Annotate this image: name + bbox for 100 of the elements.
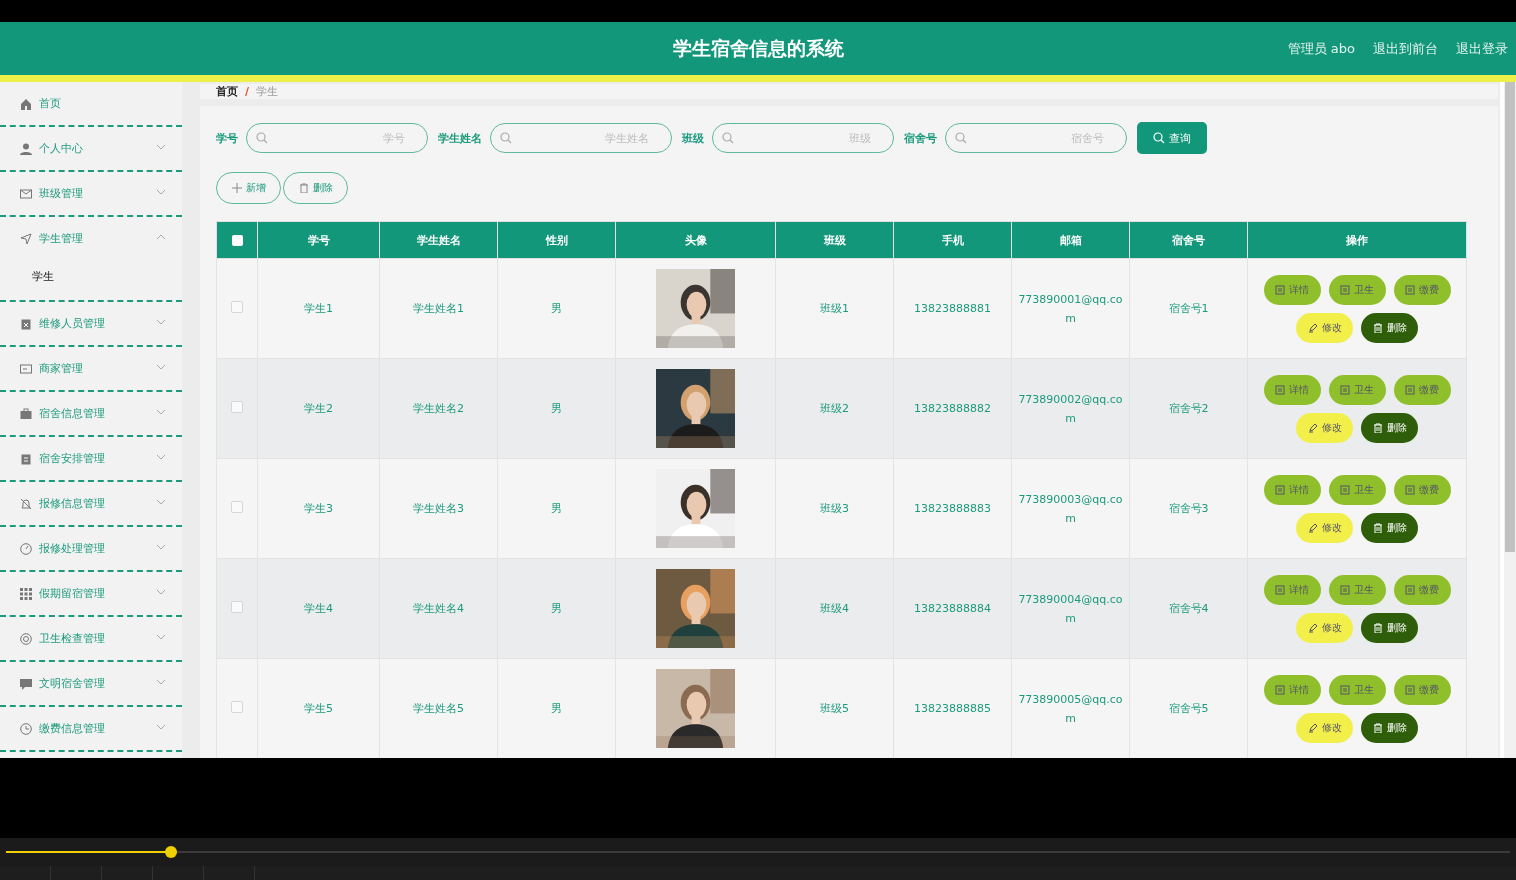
action-button[interactable]: 缴费: [1393, 374, 1451, 405]
briefcase-icon: [20, 407, 32, 420]
action-button[interactable]: 卫生: [1328, 374, 1386, 405]
delete-button[interactable]: 删除: [1361, 412, 1418, 443]
column-header[interactable]: 操作: [1247, 221, 1467, 259]
pencil-icon: [1307, 522, 1318, 533]
action-button[interactable]: 缴费: [1393, 274, 1451, 305]
clipboard-icon: [20, 317, 32, 330]
document-icon: [1275, 384, 1285, 395]
delete-button[interactable]: 删除: [1361, 712, 1418, 743]
edit-button[interactable]: 修改: [1296, 512, 1353, 543]
action-button[interactable]: 缴费: [1393, 474, 1451, 505]
action-button[interactable]: 详情: [1263, 374, 1321, 405]
column-header[interactable]: 性别: [497, 221, 616, 259]
menu-item[interactable]: 商家管理: [0, 347, 182, 390]
document-icon: [1275, 484, 1285, 495]
menu-item[interactable]: 学生管理: [0, 217, 182, 260]
table-cell: 学生1: [304, 302, 333, 315]
row-checkbox[interactable]: [231, 301, 243, 313]
document-icon: [1275, 584, 1285, 595]
menu-item[interactable]: 报修信息管理: [0, 482, 182, 525]
column-header[interactable]: 班级: [775, 221, 894, 259]
delete-button[interactable]: 删除: [1361, 312, 1418, 343]
action-button[interactable]: 卫生: [1328, 474, 1386, 505]
row-checkbox[interactable]: [231, 401, 243, 413]
menu-item[interactable]: 卫生检查管理: [0, 617, 182, 660]
delete-button[interactable]: 删除: [1361, 512, 1418, 543]
action-button[interactable]: 卫生: [1328, 674, 1386, 705]
row-checkbox[interactable]: [231, 501, 243, 513]
action-button[interactable]: 详情: [1263, 574, 1321, 605]
column-header[interactable]: 手机: [893, 221, 1012, 259]
column-header[interactable]: 头像: [615, 221, 776, 259]
action-button[interactable]: 详情: [1263, 474, 1321, 505]
trash-icon: [1372, 722, 1383, 733]
row-checkbox[interactable]: [231, 701, 243, 713]
edit-button[interactable]: 修改: [1296, 412, 1353, 443]
menu-item[interactable]: 文明宿舍管理: [0, 662, 182, 705]
table-cell: 学生2: [304, 402, 333, 415]
table-cell: 13823888885: [914, 702, 991, 715]
action-button[interactable]: 缴费: [1393, 574, 1451, 605]
row-checkbox[interactable]: [231, 601, 243, 613]
table-cell: 13823888883: [914, 502, 991, 515]
table-cell: 宿舍号4: [1168, 602, 1209, 615]
table-cell: 13823888882: [914, 402, 991, 415]
action-button[interactable]: 卫生: [1328, 274, 1386, 305]
action-button[interactable]: 缴费: [1393, 674, 1451, 705]
menu-item[interactable]: 首页: [0, 82, 182, 125]
delete-button[interactable]: 删除: [1361, 612, 1418, 643]
grid-icon: [20, 587, 32, 600]
edit-button[interactable]: 修改: [1296, 712, 1353, 743]
menu-item[interactable]: 班级管理: [0, 172, 182, 215]
pencil-icon: [1307, 722, 1318, 733]
edit-button[interactable]: 修改: [1296, 312, 1353, 343]
menu-item[interactable]: 宿舍安排管理: [0, 437, 182, 480]
gauge-icon: [20, 542, 32, 555]
user-label: 管理员 abo: [1287, 39, 1355, 58]
submenu-item[interactable]: 学生: [0, 260, 182, 300]
table-cell: 773890004@qq.com: [1018, 592, 1123, 625]
field-label: 宿舍号: [904, 130, 937, 146]
table-cell: 学生姓名2: [413, 402, 464, 415]
column-header[interactable]: 宿舍号: [1129, 221, 1248, 259]
table-cell: 班级1: [820, 302, 849, 315]
pencil-icon: [1307, 422, 1318, 433]
column-header[interactable]: 学号: [257, 221, 380, 259]
action-button[interactable]: 详情: [1263, 674, 1321, 705]
header-link[interactable]: 退出登录: [1456, 39, 1508, 58]
column-header[interactable]: 邮箱: [1011, 221, 1130, 259]
trash-icon: [298, 183, 309, 193]
column-header[interactable]: 学生姓名: [379, 221, 498, 259]
breadcrumb-link[interactable]: 首页: [216, 84, 238, 99]
table-cell: 男: [551, 602, 562, 615]
select-all-checkbox[interactable]: [231, 235, 243, 246]
table-cell: 男: [551, 502, 562, 515]
table-cell: 男: [551, 302, 562, 315]
progress-handle[interactable]: [165, 846, 178, 858]
field-label: 学号: [216, 130, 238, 146]
edit-button[interactable]: 修改: [1296, 612, 1353, 643]
menu-item[interactable]: 宿舍信息管理: [0, 392, 182, 435]
header-link[interactable]: 退出到前台: [1373, 39, 1438, 58]
app-title: 学生宿舍信息的系统: [672, 35, 844, 61]
action-button[interactable]: 卫生: [1328, 574, 1386, 605]
table-cell: 13823888884: [914, 602, 991, 615]
action-button[interactable]: 详情: [1263, 274, 1321, 305]
menu-item[interactable]: 缴费信息管理: [0, 707, 182, 750]
search-icon: [256, 132, 268, 144]
document-icon: [1340, 584, 1350, 595]
menu-item[interactable]: 假期留宿管理: [0, 572, 182, 615]
table-cell: 学生姓名3: [413, 502, 464, 515]
scrollbar-thumb[interactable]: [1505, 82, 1515, 552]
clock-icon: [20, 722, 32, 735]
card-icon: [20, 362, 32, 375]
menu-item[interactable]: 个人中心: [0, 127, 182, 170]
menu-item[interactable]: 报修处理管理: [0, 527, 182, 570]
table-cell: 男: [551, 402, 562, 415]
table-cell: 男: [551, 702, 562, 715]
table-cell: 宿舍号1: [1168, 302, 1209, 315]
menu-item[interactable]: 维修人员管理: [0, 302, 182, 345]
document-icon: [1275, 284, 1285, 295]
search-button[interactable]: 查询: [1137, 122, 1207, 154]
scrollbar[interactable]: [1504, 82, 1516, 758]
